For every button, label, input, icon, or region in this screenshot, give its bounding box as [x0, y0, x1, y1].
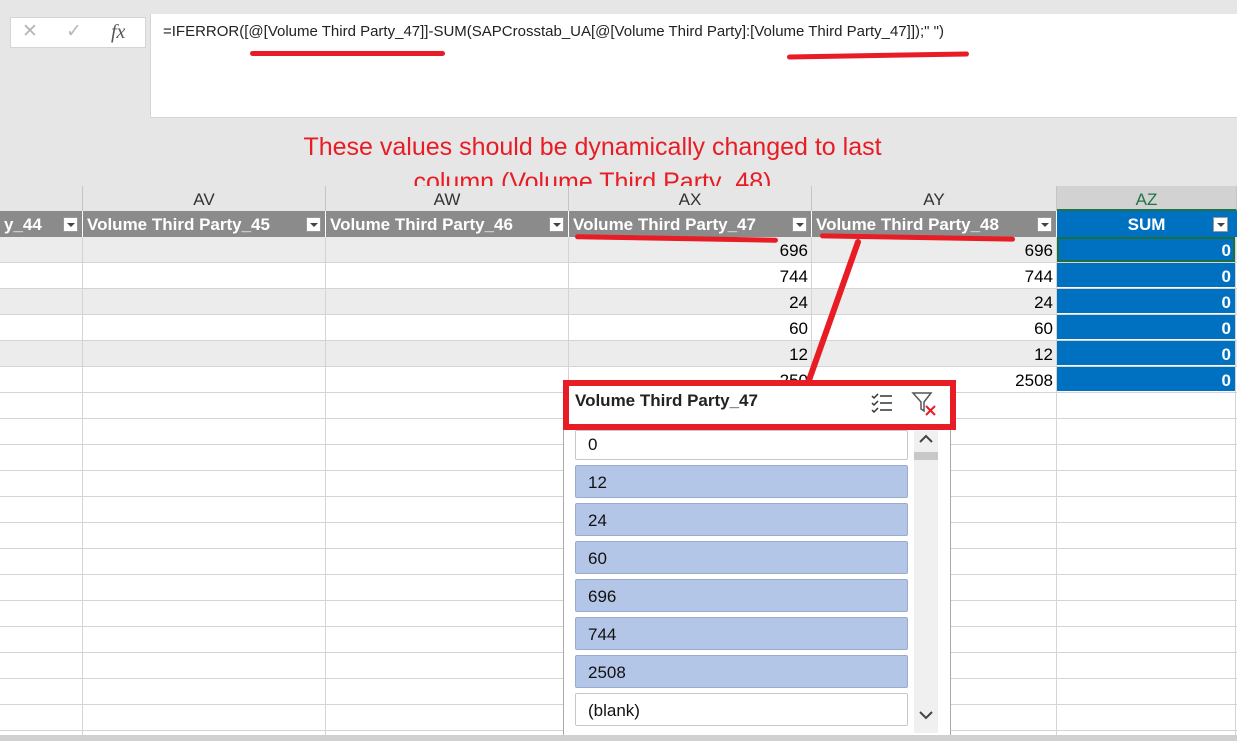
table-row[interactable]: 12 12 0: [0, 341, 1237, 367]
filter-item-selected[interactable]: 24: [575, 503, 908, 536]
clear-filter-icon[interactable]: [910, 389, 938, 417]
header-label: Volume Third Party_45: [87, 215, 270, 234]
cell-sum[interactable]: 0: [1057, 315, 1235, 340]
filter-item-selected[interactable]: 744: [575, 617, 908, 650]
filter-item-selected[interactable]: 12: [575, 465, 908, 498]
cell-ax[interactable]: 24: [569, 289, 812, 314]
cell-ax[interactable]: 60: [569, 315, 812, 340]
table-row[interactable]: 744 744 0: [0, 263, 1237, 289]
filter-panel-header: Volume Third Party_47: [563, 380, 956, 430]
header-col-45[interactable]: Volume Third Party_45: [83, 211, 326, 237]
cell-sum[interactable]: 0: [1057, 367, 1235, 392]
column-header-aw[interactable]: AW: [326, 186, 569, 211]
filter-item[interactable]: 0: [575, 430, 908, 460]
filter-dropdown-icon[interactable]: [63, 217, 78, 232]
header-col-44[interactable]: y_44: [0, 211, 83, 237]
filter-active-icon[interactable]: [1213, 217, 1228, 232]
column-header-av[interactable]: AV: [83, 186, 326, 211]
table-header-row: y_44 Volume Third Party_45 Volume Third …: [0, 211, 1237, 237]
cell-sum[interactable]: 0: [1057, 289, 1235, 314]
insert-function-icon[interactable]: fx: [111, 21, 125, 43]
header-col-46[interactable]: Volume Third Party_46: [326, 211, 569, 237]
sheet-tabs-strip: [0, 735, 1237, 741]
cell-ay[interactable]: 60: [812, 315, 1057, 340]
filter-item-selected[interactable]: 696: [575, 579, 908, 612]
table-row[interactable]: 60 60 0: [0, 315, 1237, 341]
multi-select-icon[interactable]: [869, 390, 895, 416]
annotation-underline-1: [250, 51, 445, 56]
grid-line: [82, 237, 83, 741]
cell-ax[interactable]: 744: [569, 263, 812, 288]
filter-active-icon[interactable]: [792, 217, 807, 232]
filter-panel-title: Volume Third Party_47: [575, 391, 758, 410]
grid-line: [325, 237, 326, 741]
formula-input[interactable]: =IFERROR([@[Volume Third Party_47]]-SUM(…: [150, 14, 1237, 118]
grid-line: [1056, 237, 1057, 741]
cell-ay[interactable]: 696: [812, 237, 1057, 262]
table-row[interactable]: 24 24 0: [0, 289, 1237, 315]
column-header-ax[interactable]: AX: [569, 186, 812, 211]
scroll-thumb[interactable]: [914, 452, 938, 460]
enter-icon[interactable]: ✓: [66, 21, 82, 43]
filter-item-selected[interactable]: 2508: [575, 655, 908, 688]
header-col-47[interactable]: Volume Third Party_47: [569, 211, 812, 237]
header-label: Volume Third Party_48: [816, 215, 999, 234]
formula-buttons: ✕ ✓ fx: [10, 17, 146, 48]
column-header-az[interactable]: AZ: [1057, 186, 1237, 211]
header-label: Volume Third Party_47: [573, 215, 756, 234]
cell-sum[interactable]: 0: [1057, 263, 1235, 288]
filter-dropdown-icon[interactable]: [306, 217, 321, 232]
table-row[interactable]: 696 696 0: [0, 237, 1237, 263]
grid-line: [1235, 237, 1236, 741]
cell-sum-selected[interactable]: 0: [1057, 237, 1235, 262]
header-label: SUM: [1127, 215, 1166, 234]
cell-sum[interactable]: 0: [1057, 341, 1235, 366]
column-headers: AV AW AX AY AZ: [0, 186, 1237, 211]
cell-ay[interactable]: 24: [812, 289, 1057, 314]
filter-dropdown-icon[interactable]: [1037, 217, 1052, 232]
filter-dropdown-icon[interactable]: [549, 217, 564, 232]
cancel-icon[interactable]: ✕: [22, 21, 38, 43]
cell-ay[interactable]: 12: [812, 341, 1057, 366]
header-label: Volume Third Party_46: [330, 215, 513, 234]
cell-ay[interactable]: 744: [812, 263, 1057, 288]
column-header-au[interactable]: [0, 186, 83, 211]
column-header-ay[interactable]: AY: [812, 186, 1057, 211]
header-sum[interactable]: SUM: [1057, 211, 1237, 237]
header-label: y_44: [4, 215, 42, 234]
filter-item-selected[interactable]: 60: [575, 541, 908, 574]
scroll-down-icon[interactable]: [918, 708, 934, 722]
formula-text: =IFERROR([@[Volume Third Party_47]]-SUM(…: [163, 23, 944, 40]
scroll-up-icon[interactable]: [918, 432, 934, 446]
cell-ax[interactable]: 12: [569, 341, 812, 366]
filter-scrollbar[interactable]: [914, 431, 938, 733]
filter-item[interactable]: (blank): [575, 693, 908, 726]
